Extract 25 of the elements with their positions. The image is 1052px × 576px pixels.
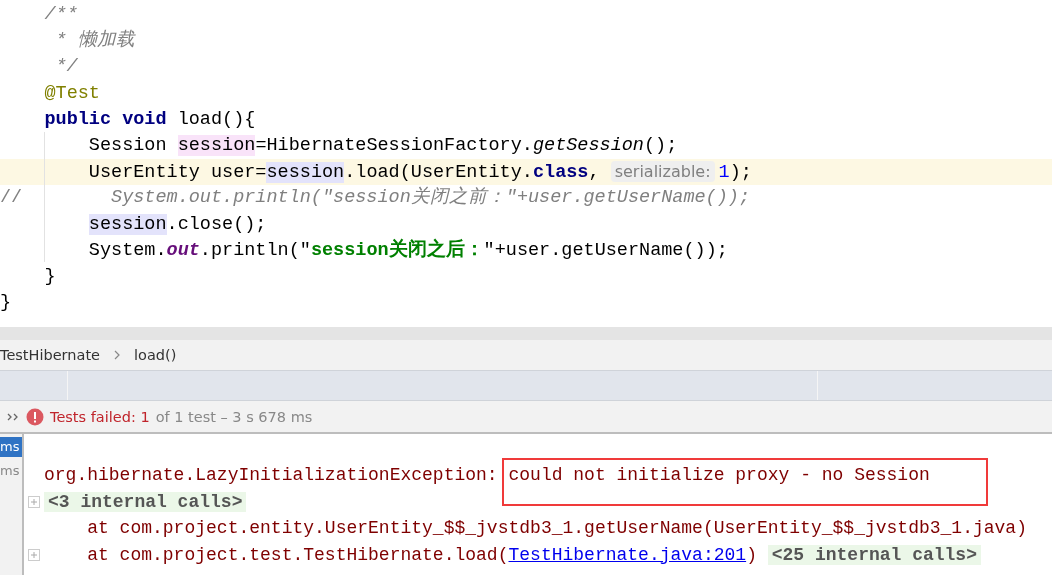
expand-icon[interactable] [28,548,40,561]
test-tree-item[interactable]: ms [0,437,22,457]
code-line: */ [54,55,79,80]
expand-icon[interactable] [28,495,40,508]
code-line: public void load(){ [43,107,257,132]
code-line: Session session=HibernateSessionFactory.getSession(); [87,133,679,158]
breadcrumb-item[interactable]: TestHibernate [0,347,100,363]
breadcrumb-item[interactable]: load() [134,347,177,363]
error-icon [26,407,44,426]
status-detail: of 1 test – 3 s 678 ms [155,408,313,425]
splitter-bar[interactable] [0,327,1052,340]
code-line: /** [43,3,79,27]
code-line: } [43,264,57,289]
console-line: at com.project.test.TestHibernate.load(TestHibernate.java:201) <25 internal calls> [44,541,981,568]
code-line: } [0,291,13,316]
double-chevron-icon[interactable] [6,411,20,422]
code-line: System.out.println("session关闭之后："+user.getUserName()); [87,237,729,263]
code-line: // System.out.println("session关闭之前："+user.getUserName()); [0,185,752,211]
code-line: * 懒加载 [54,28,137,54]
chevron-icon [114,350,120,360]
console-line: org.hibernate.LazyInitializationException: could not initialize proxy - no Session [44,462,930,489]
console-line: at com.project.entity.UserEntity_$$_jvstdb3_1.getUserName(UserEntity_$$_jvstdb3_1.java) [86,517,1027,540]
code-line: session.close(); [87,212,268,237]
code-line: @Test [43,81,101,106]
status-label: Tests failed: 1 [50,408,150,425]
